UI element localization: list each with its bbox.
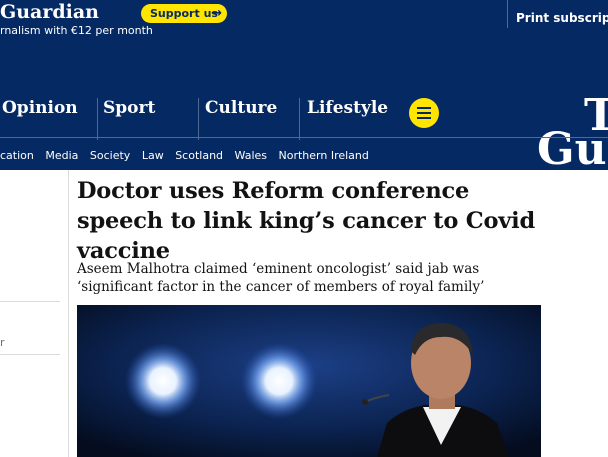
article-main-image [77,305,541,457]
masthead-fragment[interactable]: Guardian [0,1,99,23]
arrow-right-icon: → [211,6,222,21]
pillar-divider [97,98,98,140]
menu-button[interactable] [409,98,439,128]
article-standfirst: Aseem Malhotra claimed ‘eminent oncologi… [77,261,485,295]
logo-line-2: Gu [537,124,607,175]
support-message: rnalism with €12 per month [0,24,153,37]
article-headline: Doctor uses Reform conference speech to … [77,178,536,264]
pillar-divider [299,98,300,140]
sub-navigation: cation Media Society Law Scotland Wales … [0,149,377,162]
speaker-photo [77,305,541,457]
subnav-item-society[interactable]: Society [90,149,130,162]
divider [507,0,508,28]
nav-separator [0,137,608,138]
support-us-button[interactable]: Support us → [141,4,227,23]
left-column-divider [0,301,60,302]
nav-pillar-lifestyle[interactable]: Lifestyle [307,98,388,118]
print-subscriptions-link[interactable]: Print subscripti [516,11,608,25]
subnav-item-law[interactable]: Law [142,149,164,162]
top-bar: Guardian rnalism with €12 per month Supp… [0,0,608,42]
subnav-item-northern-ireland[interactable]: Northern Ireland [279,149,369,162]
column-rule [68,170,69,457]
support-us-label: Support us [150,7,218,20]
subnav-item-education[interactable]: cation [0,149,34,162]
left-column-text: r [0,336,5,349]
nav-pillar-opinion[interactable]: Opinion [2,98,78,118]
subnav-item-scotland[interactable]: Scotland [175,149,223,162]
left-column-divider [0,354,60,355]
nav-pillar-sport[interactable]: Sport [103,98,155,118]
subnav-item-media[interactable]: Media [45,149,78,162]
pillar-divider [198,98,199,140]
nav-pillar-culture[interactable]: Culture [205,98,277,118]
main-navigation: Opinion Sport Culture Lifestyle T Gu cat… [0,42,608,175]
subnav-item-wales[interactable]: Wales [235,149,267,162]
